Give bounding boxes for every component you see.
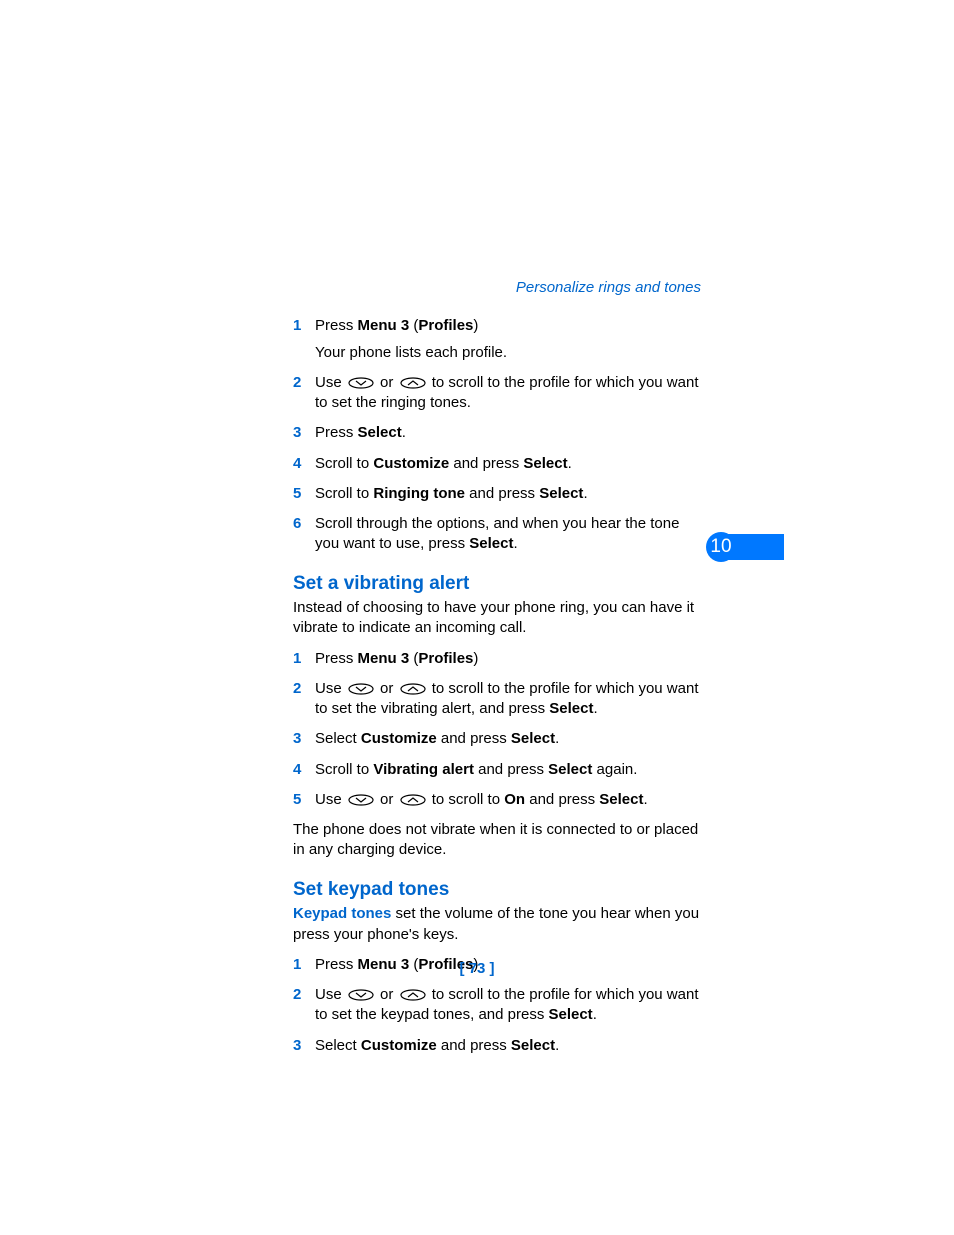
list-item: 6Scroll through the options, and when yo… — [315, 514, 703, 555]
scroll-down-icon — [348, 794, 374, 806]
step-number: 3 — [293, 1036, 301, 1056]
bold-text: Select — [539, 485, 583, 502]
bold-text: Customize — [361, 730, 437, 747]
list-item: 5Scroll to Ringing tone and press Select… — [315, 484, 703, 504]
section-b-steps: 1Press Menu 3 (Profiles)2Use or to scrol… — [293, 649, 703, 811]
chapter-tab: 10 — [710, 534, 784, 560]
bold-text: On — [504, 791, 525, 808]
list-item: 3Select Customize and press Select. — [315, 729, 703, 749]
section-c-intro: Keypad tones set the volume of the tone … — [293, 904, 703, 945]
chapter-number: 10 — [706, 532, 736, 562]
scroll-down-icon — [348, 989, 374, 1001]
list-item: 3Press Select. — [315, 423, 703, 443]
list-item: 1Press Menu 3 (Profiles)Your phone lists… — [315, 316, 703, 363]
step-text: Select Customize and press Select. — [315, 730, 559, 747]
step-number: 5 — [293, 790, 301, 810]
step-text: Scroll to Customize and press Select. — [315, 455, 572, 472]
list-item: 4Scroll to Customize and press Select. — [315, 454, 703, 474]
bold-text: Vibrating alert — [373, 761, 474, 778]
bold-text: Select — [511, 730, 555, 747]
step-text: Scroll to Vibrating alert and press Sele… — [315, 761, 637, 778]
step-number: 3 — [293, 729, 301, 749]
step-text: Press Menu 3 (Profiles) — [315, 317, 478, 334]
bold-text: Profiles — [418, 650, 473, 667]
scroll-up-icon — [400, 794, 426, 806]
list-item: 1Press Menu 3 (Profiles) — [315, 649, 703, 669]
keypad-tones-term: Keypad tones — [293, 905, 391, 922]
step-text: Use or to scroll to the profile for whic… — [315, 986, 699, 1023]
step-text: Press Select. — [315, 424, 406, 441]
list-item: 2Use or to scroll to the profile for whi… — [315, 373, 703, 414]
step-number: 3 — [293, 423, 301, 443]
list-item: 3Select Customize and press Select. — [315, 1036, 703, 1056]
bold-text: Ringing tone — [373, 485, 465, 502]
step-text: Use or to scroll to On and press Select. — [315, 791, 648, 808]
step-result: Your phone lists each profile. — [315, 343, 703, 363]
page-number: [ 73 ] — [0, 960, 954, 977]
step-number: 1 — [293, 316, 301, 336]
step-number: 5 — [293, 484, 301, 504]
bold-text: Select — [469, 535, 513, 552]
section-a-steps: 1 Press Menu 3 (Profiles) Your phone lists… — [293, 316, 703, 554]
bold-text: Menu 3 — [358, 317, 410, 334]
page-header: Personalize rings and tones — [293, 278, 701, 298]
bold-text: Select — [523, 455, 567, 472]
bold-text: Menu 3 — [358, 650, 410, 667]
list-item: 2Use or to scroll to the profile for whi… — [315, 985, 703, 1026]
bold-text: Select — [599, 791, 643, 808]
step-number: 6 — [293, 514, 301, 534]
bold-text: Customize — [373, 455, 449, 472]
step-text: Scroll through the options, and when you… — [315, 515, 679, 552]
scroll-up-icon — [400, 377, 426, 389]
step-text: Use or to scroll to the profile for whic… — [315, 374, 699, 411]
section-c-heading: Set keypad tones — [293, 877, 703, 903]
section-b-note: The phone does not vibrate when it is co… — [293, 820, 703, 861]
step-text: Use or to scroll to the profile for whic… — [315, 680, 699, 717]
section-b-intro: Instead of choosing to have your phone r… — [293, 598, 703, 639]
scroll-up-icon — [400, 989, 426, 1001]
list-item: 5Use or to scroll to On and press Select… — [315, 790, 703, 810]
step-number: 1 — [293, 649, 301, 669]
step-text: Scroll to Ringing tone and press Select. — [315, 485, 588, 502]
step-number: 2 — [293, 679, 301, 699]
step-text: Select Customize and press Select. — [315, 1037, 559, 1054]
step-number: 4 — [293, 760, 301, 780]
step-number: 2 — [293, 985, 301, 1005]
scroll-down-icon — [348, 377, 374, 389]
step-number: 2 — [293, 373, 301, 393]
step-number: 4 — [293, 454, 301, 474]
bold-text: Customize — [361, 1037, 437, 1054]
step-text: Press Menu 3 (Profiles) — [315, 650, 478, 667]
list-item: 2Use or to scroll to the profile for whi… — [315, 679, 703, 720]
bold-text: Select — [548, 761, 592, 778]
bold-text: Profiles — [418, 317, 473, 334]
section-b-heading: Set a vibrating alert — [293, 571, 703, 597]
scroll-down-icon — [348, 683, 374, 695]
page-content: Personalize rings and tones 1Press Menu … — [293, 278, 703, 1056]
bold-text: Select — [511, 1037, 555, 1054]
bold-text: Select — [358, 424, 402, 441]
document-page: Personalize rings and tones 1Press Menu … — [0, 0, 954, 1235]
list-item: 4Scroll to Vibrating alert and press Sel… — [315, 760, 703, 780]
scroll-up-icon — [400, 683, 426, 695]
bold-text: Select — [548, 1006, 592, 1023]
bold-text: Select — [549, 700, 593, 717]
